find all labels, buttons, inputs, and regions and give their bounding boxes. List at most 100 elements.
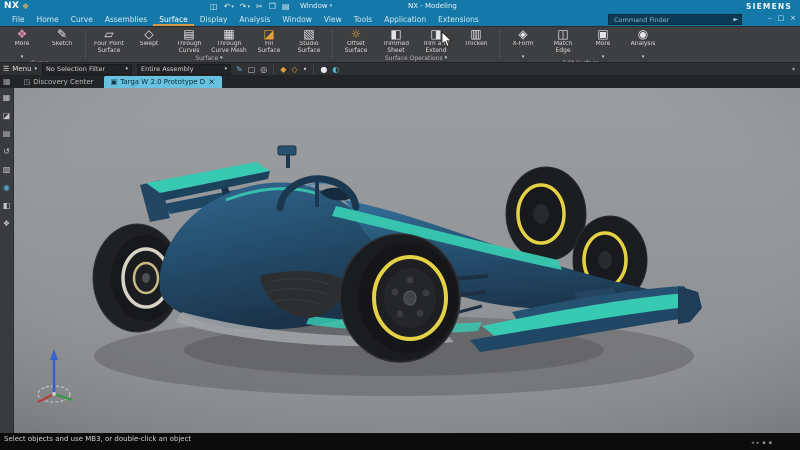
- tab-discovery-center[interactable]: ◳ Discovery Center: [17, 76, 101, 88]
- snap-point-icon[interactable]: ◆: [280, 65, 286, 74]
- menu-tab[interactable]: Window: [276, 14, 318, 26]
- ribbon-button[interactable]: ▦ Through Curve Mesh: [209, 28, 249, 54]
- cut-icon: ✂: [256, 1, 263, 11]
- dropdown-caret-icon: ▾: [220, 55, 223, 61]
- tab-label: Discovery Center: [33, 78, 94, 86]
- reuse-library-icon[interactable]: ▧: [3, 165, 11, 174]
- ribbon-group-caption[interactable]: Surface ▾: [87, 54, 331, 62]
- trim-and-extend-icon: ◨: [430, 27, 442, 41]
- window-controls: – □ ×: [768, 14, 796, 22]
- ribbon-button[interactable]: ◇ Swept: [129, 28, 169, 54]
- quick-access-button[interactable]: ❐: [269, 2, 276, 12]
- shaded-display-icon[interactable]: ●: [320, 65, 327, 74]
- ribbon-group-caption[interactable]: Surface Operations ▾: [334, 54, 498, 62]
- front-left-wheel[interactable]: [339, 233, 461, 363]
- window-menu-button[interactable]: Window ▾: [300, 2, 332, 10]
- paint-selection-icon[interactable]: ✎: [236, 65, 243, 74]
- ribbon-button[interactable]: ▥ Thicken: [456, 28, 496, 54]
- ribbon-button[interactable]: ◨ Trim and Extend: [416, 28, 456, 54]
- status-bar: Select objects and use MB3, or double-cl…: [0, 433, 800, 450]
- menu-tab[interactable]: Tools: [348, 14, 378, 26]
- hd3d-tools-icon[interactable]: ◧: [3, 201, 11, 210]
- status-dot-icon[interactable]: ▪: [762, 440, 765, 446]
- through-curve-mesh-icon: ▦: [223, 27, 235, 41]
- assembly-navigator-icon[interactable]: ▦: [3, 93, 11, 102]
- ribbon-empty-space: [665, 27, 800, 62]
- 3d-viewport[interactable]: [14, 88, 800, 433]
- ribbon-button[interactable]: ❖ More ▾: [2, 27, 42, 61]
- render-style-icon[interactable]: ◐: [332, 65, 339, 74]
- discovery-center-icon: ◳: [23, 78, 31, 86]
- web-browser-icon[interactable]: ◉: [3, 183, 10, 192]
- overflow-caret-icon[interactable]: ▾: [792, 66, 797, 73]
- quick-access-button[interactable]: ↶ ▾: [224, 2, 234, 12]
- minimize-button[interactable]: –: [768, 14, 772, 22]
- ribbon: ❖ More ▾ ✎ Sketch Curve ▾ ▱: [0, 26, 800, 67]
- ribbon-button-label: Thicken: [464, 41, 488, 47]
- find-in-window-icon[interactable]: ◎: [260, 65, 267, 74]
- menu-tab[interactable]: Application: [378, 14, 432, 26]
- ribbon-button[interactable]: ▧ Studio Surface: [289, 28, 329, 54]
- nx-logo: NX: [4, 1, 20, 11]
- copy-icon: ❐: [268, 1, 276, 11]
- tab-active-part[interactable]: ▣ Targa W 2.0 Prototype D ×: [103, 76, 222, 88]
- rear-right-wheel[interactable]: [505, 166, 587, 262]
- menu-tab[interactable]: File: [6, 14, 31, 26]
- menu-tab[interactable]: Home: [31, 14, 65, 26]
- quick-access-button[interactable]: ▤: [282, 2, 290, 12]
- status-dot-2-icon[interactable]: ▪: [769, 440, 772, 446]
- menu-tab[interactable]: Extensions: [432, 14, 485, 26]
- ribbon-button-label: Swept: [139, 41, 159, 47]
- window-menu-label: Window: [300, 2, 328, 10]
- selection-scope-dropdown[interactable]: Entire Assembly ▾: [137, 63, 232, 75]
- search-input[interactable]: [612, 14, 732, 25]
- ribbon-button[interactable]: ◧ Trimmed Sheet: [376, 28, 416, 54]
- constraint-navigator-icon[interactable]: ◪: [3, 111, 11, 120]
- part-tab-bar: ▦ ◳ Discovery Center ▣ Targa W 2.0 Proto…: [0, 75, 800, 88]
- camera-mast: [286, 154, 290, 168]
- paste-icon: ▤: [281, 1, 290, 11]
- alert-next-icon[interactable]: ▸: [757, 440, 760, 446]
- maximize-button[interactable]: □: [778, 14, 785, 22]
- menu-button[interactable]: ☰ Menu ▾: [3, 65, 37, 73]
- selection-filter-dropdown[interactable]: No Selection Filter ▾: [42, 63, 133, 75]
- alert-prev-icon[interactable]: ◂: [751, 440, 754, 446]
- menu-tab[interactable]: Assemblies: [99, 14, 153, 26]
- roles-icon[interactable]: ❖: [3, 219, 10, 228]
- command-finder-search[interactable]: ►: [608, 14, 742, 25]
- menu-tab[interactable]: Surface: [153, 14, 194, 26]
- dropdown-caret-icon: ▾: [224, 66, 228, 72]
- ribbon-button[interactable]: ☼ Offset Surface: [336, 28, 376, 54]
- close-button[interactable]: ×: [790, 14, 796, 22]
- part-navigator-icon[interactable]: ▤: [3, 129, 11, 138]
- ribbon-button[interactable]: ◫ Match Edge: [543, 28, 583, 54]
- graphics-window[interactable]: [14, 88, 800, 433]
- window-list-icon[interactable]: ▦: [3, 77, 11, 86]
- menu-tab[interactable]: Display: [194, 14, 234, 26]
- snap-midpoint-icon[interactable]: •: [303, 65, 308, 74]
- more-curve-icon: ❖: [16, 27, 28, 41]
- menu-tab[interactable]: Analysis: [233, 14, 276, 26]
- title-bar: NX ❖ ◫ ↶ ▾ ↷ ▾ ✂ ❐ ▤ Window ▾ NX - Model…: [0, 0, 800, 13]
- ribbon-button[interactable]: ▣ More ▾: [583, 28, 623, 61]
- quick-access-button[interactable]: ↷ ▾: [240, 2, 250, 12]
- ribbon-button[interactable]: ▱ Four Point Surface: [89, 28, 129, 54]
- ribbon-button[interactable]: ◈ X-Form ▾: [503, 28, 543, 61]
- dropdown-caret-icon: ▾: [444, 55, 448, 61]
- offset-surface-icon: ☼: [350, 27, 362, 41]
- history-icon[interactable]: ↺: [3, 147, 10, 156]
- close-tab-icon[interactable]: ×: [208, 78, 215, 86]
- ribbon-group-surface: ▱ Four Point Surface ◇ Swept ▤ Through C…: [87, 27, 331, 62]
- search-icon[interactable]: ►: [733, 16, 738, 23]
- quick-access-button[interactable]: ✂: [256, 2, 263, 12]
- quick-access-button[interactable]: ◫: [210, 2, 218, 12]
- menu-icon: ☰: [3, 65, 10, 73]
- snap-endpoint-icon[interactable]: ◇: [291, 65, 297, 74]
- ribbon-button[interactable]: ▤ Through Curves: [169, 28, 209, 54]
- ribbon-button[interactable]: ✎ Sketch: [42, 28, 82, 54]
- rectangle-select-icon[interactable]: ▢: [248, 65, 256, 74]
- ribbon-button[interactable]: ◉ Analysis ▾: [623, 28, 663, 61]
- menu-tab[interactable]: Curve: [65, 14, 99, 26]
- ribbon-button[interactable]: ◪ Fill Surface: [249, 28, 289, 54]
- menu-tab[interactable]: View: [318, 14, 348, 26]
